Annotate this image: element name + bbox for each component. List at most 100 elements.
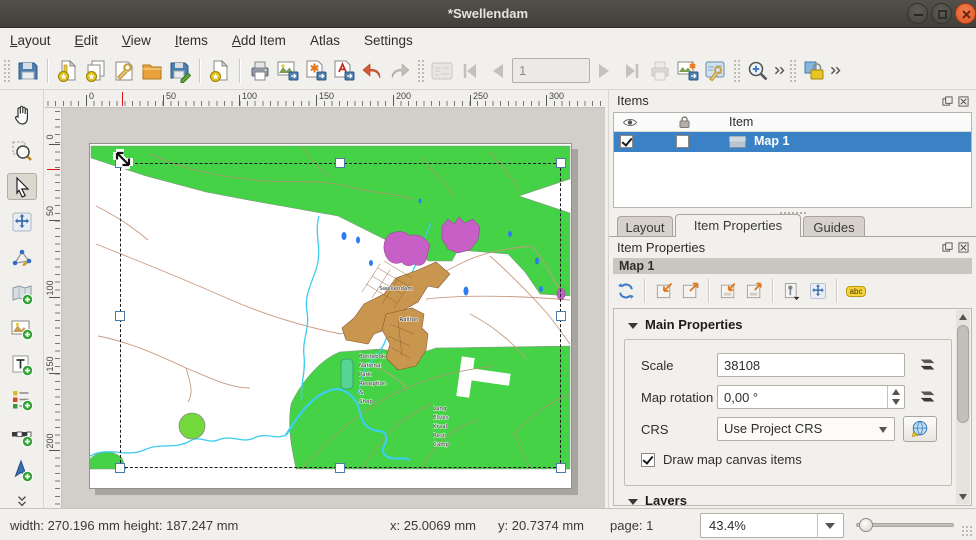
scrollbar-thumb[interactable] — [957, 325, 969, 423]
menu-view[interactable]: View — [122, 33, 151, 48]
add-scalebar-button[interactable] — [7, 423, 37, 450]
scroll-up-icon[interactable] — [959, 314, 967, 320]
collapse-arrow-icon — [628, 323, 638, 329]
tab-layout[interactable]: Layout — [617, 216, 673, 237]
layout-canvas[interactable]: Swellendam Railton Bontebok National Par… — [62, 108, 605, 508]
crs-select-button[interactable] — [903, 416, 937, 442]
add-label-button[interactable] — [7, 351, 37, 378]
resize-handle-e[interactable] — [556, 311, 566, 321]
lock-checkbox[interactable] — [676, 135, 689, 148]
next-feature-icon — [593, 60, 615, 82]
zoom-slider-handle[interactable] — [859, 518, 873, 532]
view-extent-in-canvas-button[interactable] — [677, 279, 703, 303]
ruler-label: 300 — [549, 91, 564, 101]
scroll-down-icon[interactable] — [959, 494, 967, 500]
spinner-arrows[interactable] — [887, 386, 904, 408]
add-north-arrow-button[interactable] — [7, 458, 37, 485]
map-rotation-spinbox[interactable]: 0,00 ° — [717, 385, 905, 409]
float-panel-icon[interactable] — [942, 96, 954, 108]
pan-tool-button[interactable] — [7, 102, 37, 129]
set-extent-to-canvas-button[interactable] — [651, 279, 677, 303]
zoom-slider[interactable] — [856, 523, 954, 527]
atlas-settings-button[interactable] — [702, 57, 730, 85]
export-image-button[interactable] — [274, 57, 302, 85]
menu-add-item[interactable]: Add Item — [232, 33, 286, 48]
zoom-level-value: 43.4% — [709, 518, 746, 533]
close-panel-icon[interactable] — [958, 96, 970, 108]
minimize-button[interactable] — [907, 3, 928, 24]
undo-button[interactable] — [358, 57, 386, 85]
save-as-button[interactable] — [166, 57, 194, 85]
lock-toolbar-overflow[interactable] — [828, 57, 842, 85]
map-item-selection-frame[interactable] — [120, 163, 561, 468]
view-scale-in-canvas-button[interactable] — [741, 279, 767, 303]
hand-icon — [10, 103, 34, 127]
layout-manager-button[interactable] — [110, 57, 138, 85]
lock-items-button[interactable] — [800, 57, 828, 85]
crs-label: CRS — [641, 422, 668, 437]
rotation-data-defined-button[interactable] — [913, 385, 943, 409]
menu-items[interactable]: Items — [175, 33, 208, 48]
save-project-button[interactable] — [14, 57, 42, 85]
edit-nodes-item-tool-button[interactable] — [7, 245, 37, 272]
menu-layout[interactable]: Layout — [10, 33, 51, 48]
tab-guides[interactable]: Guides — [803, 216, 865, 237]
scale-data-defined-button[interactable] — [913, 353, 943, 377]
visibility-checkbox[interactable] — [620, 135, 633, 148]
close-button[interactable] — [955, 3, 976, 24]
resize-handle-n[interactable] — [335, 158, 345, 168]
edit-extent-icon — [782, 281, 802, 301]
resize-handle-w[interactable] — [115, 311, 125, 321]
properties-scrollbar[interactable] — [956, 310, 970, 504]
export-pdf-button[interactable] — [330, 57, 358, 85]
new-report-button[interactable] — [206, 57, 234, 85]
export-svg-button[interactable] — [302, 57, 330, 85]
window-resize-grip[interactable] — [961, 525, 973, 537]
open-button[interactable] — [138, 57, 166, 85]
set-scale-to-canvas-button[interactable] — [715, 279, 741, 303]
new-layout-button[interactable] — [54, 57, 82, 85]
toolbox-overflow[interactable] — [7, 494, 37, 508]
layers-section-header[interactable]: Layers — [628, 493, 687, 506]
close-panel-icon[interactable] — [958, 242, 970, 254]
resize-handle-ne[interactable] — [556, 158, 566, 168]
move-map-content-button[interactable] — [805, 279, 831, 303]
toolbar-drag-handle[interactable] — [3, 59, 11, 83]
refresh-map-button[interactable] — [613, 279, 639, 303]
resize-handle-s[interactable] — [335, 463, 345, 473]
menu-atlas[interactable]: Atlas — [310, 33, 340, 48]
tab-item-properties[interactable]: Item Properties — [675, 214, 801, 237]
add-map-button[interactable] — [7, 280, 37, 307]
menu-settings[interactable]: Settings — [364, 33, 413, 48]
zoom-toolbar-overflow[interactable] — [772, 57, 786, 85]
dropdown-arrow-icon — [879, 427, 887, 433]
zoom-level-combobox[interactable]: 43.4% — [700, 513, 844, 538]
extent-in-icon — [654, 281, 674, 301]
add-picture-button[interactable] — [7, 316, 37, 343]
resize-handle-sw[interactable] — [115, 463, 125, 473]
maximize-button[interactable] — [931, 3, 952, 24]
move-item-content-tool-button[interactable] — [7, 209, 37, 236]
add-legend-button[interactable] — [7, 387, 37, 414]
zoom-tool-button[interactable] — [7, 138, 37, 165]
interactively-edit-extent-button[interactable] — [779, 279, 805, 303]
toolbar-drag-handle[interactable] — [733, 59, 741, 83]
float-panel-icon[interactable] — [942, 242, 954, 254]
main-properties-section-header[interactable]: Main Properties — [628, 317, 743, 332]
print-button[interactable] — [246, 57, 274, 85]
select-move-item-tool-button[interactable] — [7, 173, 37, 200]
zoom-dropdown-button[interactable] — [817, 514, 843, 537]
resize-handle-se[interactable] — [556, 463, 566, 473]
scale-input[interactable] — [717, 353, 905, 377]
crs-combobox[interactable]: Use Project CRS — [717, 417, 895, 441]
map1-tree-row[interactable]: Map 1 — [614, 132, 971, 152]
toolbar-drag-handle[interactable] — [789, 59, 797, 83]
menu-edit[interactable]: Edit — [75, 33, 98, 48]
zoom-in-button[interactable] — [744, 57, 772, 85]
draw-map-canvas-items-checkbox[interactable] — [641, 453, 655, 467]
labeling-settings-button[interactable]: abc — [843, 279, 869, 303]
cursor-position-marker — [47, 169, 60, 170]
toolbar-drag-handle[interactable] — [417, 59, 425, 83]
export-atlas-button[interactable] — [674, 57, 702, 85]
duplicate-layout-button[interactable] — [82, 57, 110, 85]
